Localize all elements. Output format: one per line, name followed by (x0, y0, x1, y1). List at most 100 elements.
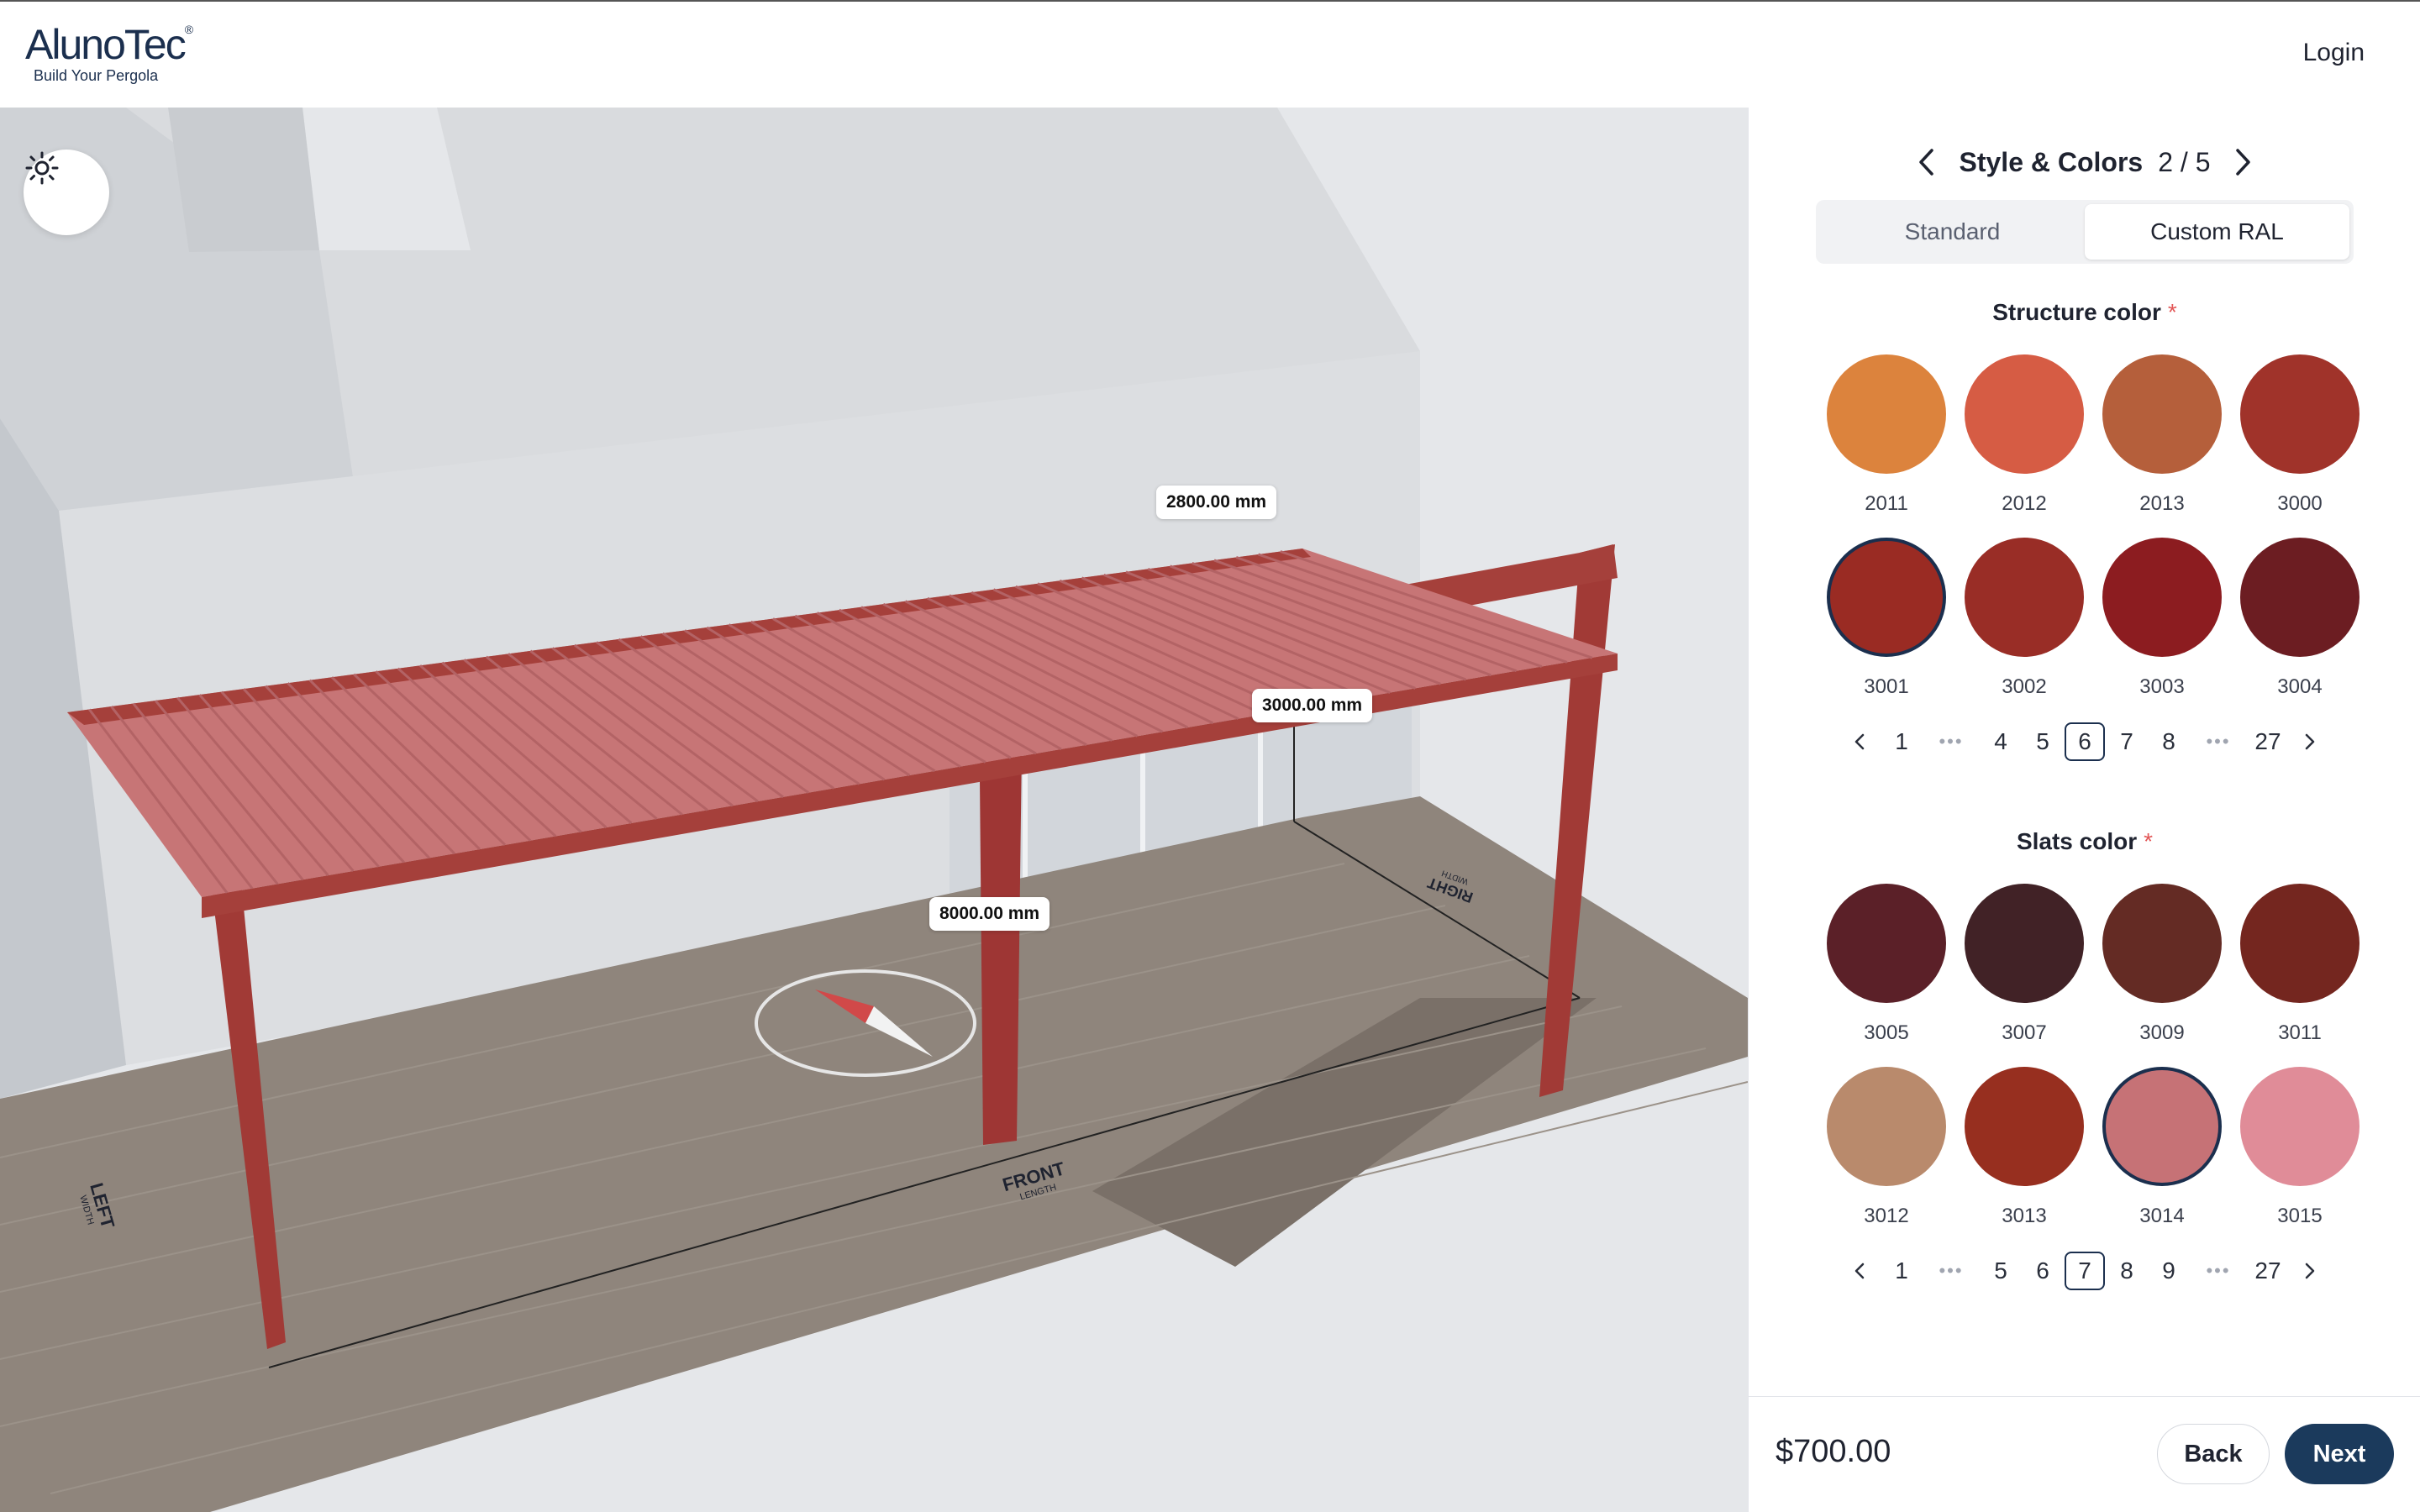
chevron-right-icon (2236, 149, 2251, 176)
structure-color-heading: Structure color * (1992, 299, 2177, 325)
sun-icon (25, 151, 59, 185)
page-ellipsis: ••• (2206, 731, 2231, 752)
page-number[interactable]: 9 (2149, 1252, 2189, 1290)
next-step-arrow-button[interactable] (2225, 144, 2262, 181)
page-number[interactable]: 1 (1881, 1252, 1922, 1290)
swatch-code-label: 3013 (2002, 1205, 2047, 1227)
page-number[interactable]: 5 (1981, 1252, 2021, 1290)
swatch-circle[interactable] (1827, 354, 1946, 474)
swatch-code-label: 2012 (2002, 492, 2047, 515)
swatch-circle[interactable] (2240, 1067, 2360, 1186)
page-prev-button[interactable] (1839, 722, 1880, 761)
swatch-circle[interactable] (1965, 538, 2084, 657)
color-swatch[interactable]: 2013 (2093, 354, 2231, 516)
swatch-circle[interactable] (2240, 538, 2360, 657)
page-number[interactable]: 4 (1981, 722, 2021, 761)
color-swatch[interactable]: 3007 (1955, 884, 2093, 1045)
chevron-right-icon (2305, 733, 2315, 750)
required-marker: * (2144, 828, 2154, 854)
step-title: Style & Colors (1959, 146, 2144, 177)
page-ellipsis: ••• (1939, 731, 1964, 752)
swatch-circle[interactable] (2240, 884, 2360, 1003)
color-swatch[interactable]: 3002 (1955, 538, 2093, 699)
color-swatch[interactable]: 3005 (1818, 884, 1955, 1045)
swatch-circle[interactable] (2102, 354, 2222, 474)
page-number[interactable]: 27 (2248, 1252, 2288, 1290)
swatch-circle[interactable] (1827, 1067, 1946, 1186)
color-swatch[interactable]: 3000 (2231, 354, 2369, 516)
chevron-right-icon (2305, 1263, 2315, 1279)
slats-swatch-grid: 3005 3007 3009 3011 3012 3013 3014 3015 (1818, 884, 2360, 1228)
swatch-circle[interactable] (1965, 884, 2084, 1003)
page-number[interactable]: 1 (1881, 722, 1922, 761)
chevron-left-icon (1854, 733, 1865, 750)
swatch-circle[interactable] (1827, 538, 1946, 657)
login-button[interactable]: Login (2303, 39, 2365, 67)
page-next-button[interactable] (2290, 722, 2330, 761)
page-number[interactable]: 8 (2149, 722, 2189, 761)
next-button[interactable]: Next (2285, 1424, 2394, 1484)
slats-color-heading: Slats color * (2016, 828, 2154, 854)
chevron-left-icon (1918, 149, 1933, 176)
color-swatch[interactable]: 2012 (1955, 354, 2093, 516)
brand-logo[interactable]: AlunoTec® Build Your Pergola (25, 21, 193, 85)
swatch-circle[interactable] (1827, 884, 1946, 1003)
step-counter: 2 / 5 (2158, 146, 2211, 177)
page-number[interactable]: 7 (2107, 722, 2147, 761)
configurator-panel: Style & Colors 2 / 5 Standard Custom RAL… (1748, 108, 2420, 1512)
swatch-code-label: 3007 (2002, 1021, 2047, 1044)
lighting-toggle-button[interactable] (24, 150, 109, 235)
page-number[interactable]: 6 (2065, 722, 2105, 761)
color-swatch[interactable]: 3004 (2231, 538, 2369, 699)
page-prev-button[interactable] (1839, 1252, 1880, 1290)
swatch-circle[interactable] (2102, 1067, 2222, 1186)
top-header: AlunoTec® Build Your Pergola Login (0, 0, 2420, 108)
color-swatch[interactable]: 3001 (1818, 538, 1955, 699)
back-button[interactable]: Back (2157, 1424, 2270, 1484)
swatch-code-label: 3002 (2002, 675, 2047, 698)
previous-step-button[interactable] (1907, 144, 1944, 181)
step-navigation: Style & Colors 2 / 5 (1749, 133, 2420, 192)
page-number[interactable]: 7 (2065, 1252, 2105, 1290)
logo-registered: ® (184, 23, 193, 36)
color-swatch[interactable]: 3012 (1818, 1067, 1955, 1228)
panel-footer: $700.00 Back Next (1749, 1396, 2420, 1512)
color-mode-tabs: Standard Custom RAL (1816, 200, 2354, 264)
tab-standard[interactable]: Standard (1820, 204, 2085, 260)
height-dimension-label[interactable]: 3000.00 mm (1252, 689, 1373, 722)
swatch-circle[interactable] (2102, 538, 2222, 657)
depth-dimension-label[interactable]: 2800.00 mm (1156, 486, 1277, 519)
required-marker: * (2167, 299, 2177, 325)
total-price: $700.00 (1776, 1434, 1891, 1469)
swatch-circle[interactable] (1965, 1067, 2084, 1186)
page-number[interactable]: 6 (2023, 1252, 2063, 1290)
swatch-code-label: 3011 (2278, 1021, 2322, 1044)
swatch-code-label: 3014 (2139, 1205, 2185, 1227)
page-number[interactable]: 8 (2107, 1252, 2147, 1290)
color-swatch[interactable]: 3014 (2093, 1067, 2231, 1228)
color-swatch[interactable]: 3013 (1955, 1067, 2093, 1228)
swatch-code-label: 3005 (1864, 1021, 1909, 1044)
page-ellipsis: ••• (2206, 1260, 2231, 1281)
swatch-circle[interactable] (1965, 354, 2084, 474)
swatch-code-label: 3015 (2277, 1205, 2323, 1227)
structure-pagination: 1 ••• 4 5 6 7 8 ••• 27 (1749, 722, 2420, 761)
color-swatch[interactable]: 3009 (2093, 884, 2231, 1045)
swatch-code-label: 3003 (2139, 675, 2185, 698)
swatch-code-label: 3009 (2139, 1021, 2185, 1044)
tab-custom-ral[interactable]: Custom RAL (2085, 204, 2349, 260)
color-swatch[interactable]: 3015 (2231, 1067, 2369, 1228)
page-number[interactable]: 27 (2248, 722, 2288, 761)
color-swatch[interactable]: 2011 (1818, 354, 1955, 516)
color-swatch[interactable]: 3011 (2231, 884, 2369, 1045)
pergola-3d-viewport[interactable]: 2800.00 mm 3000.00 mm 8000.00 mm FRONT L… (0, 108, 1748, 1512)
color-swatch[interactable]: 3003 (2093, 538, 2231, 699)
swatch-circle[interactable] (2102, 884, 2222, 1003)
logo-wordmark: AlunoTec (25, 21, 187, 68)
swatch-code-label: 3000 (2277, 492, 2323, 515)
length-dimension-label[interactable]: 8000.00 mm (929, 897, 1050, 931)
page-next-button[interactable] (2290, 1252, 2330, 1290)
page-number[interactable]: 5 (2023, 722, 2063, 761)
swatch-circle[interactable] (2240, 354, 2360, 474)
swatch-code-label: 3001 (1864, 675, 1909, 698)
